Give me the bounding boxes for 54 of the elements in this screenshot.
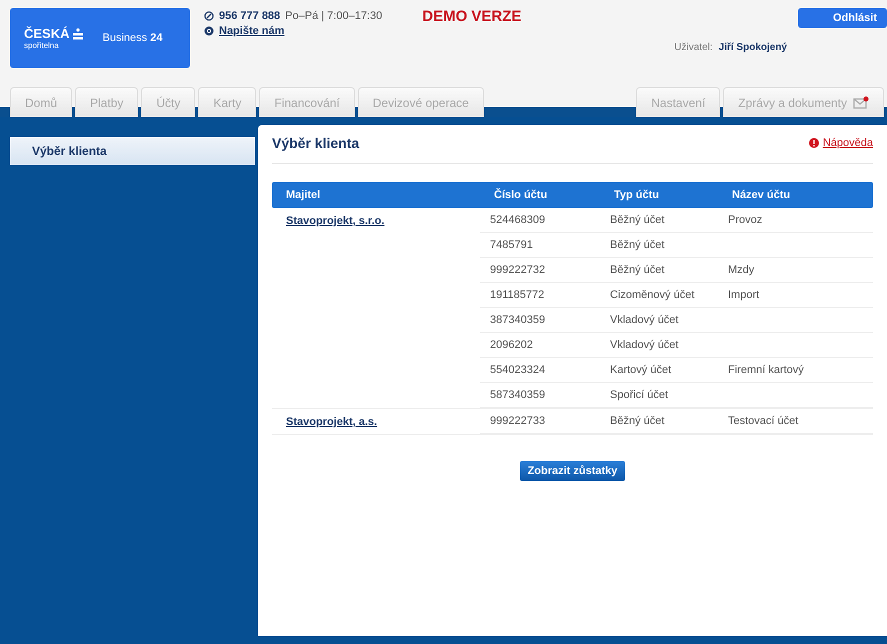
account-number: 2096202	[489, 339, 534, 351]
column-header: Typ účtu	[613, 189, 660, 201]
account-number: 7485791	[489, 239, 534, 251]
account-type: Běžný účet	[609, 264, 666, 276]
account-type: Vkladový účet	[609, 314, 680, 326]
account-number: 191185772	[489, 289, 546, 301]
nav-tab[interactable]: Financování	[259, 87, 355, 117]
nav-tab[interactable]: Zprávy a dokumenty	[723, 87, 884, 117]
account-name: Testovací účet	[727, 415, 800, 427]
show-balances-button[interactable]: Zobrazit zůstatky	[520, 461, 626, 481]
account-number: 999222733	[489, 415, 546, 427]
account-number: 524468309	[489, 214, 546, 226]
email-link[interactable]: Napište nám	[219, 25, 284, 37]
demo-label: DEMO VERZE	[422, 8, 522, 27]
column-header: Název účtu	[731, 189, 792, 201]
account-name: Provoz	[727, 214, 764, 226]
help-link[interactable]: Nápověda	[808, 137, 873, 149]
nav-tab[interactable]: Karty	[198, 87, 256, 117]
account-number: 587340359	[489, 389, 546, 401]
logo-mark-icon	[72, 28, 83, 40]
logo-subtext: spořitelna	[24, 41, 60, 50]
sidebar-item[interactable]: Výběr klienta	[10, 137, 255, 165]
account-name: Mzdy	[727, 264, 756, 276]
page-title: Výběr klienta	[272, 135, 360, 151]
account-type: Kartový účet	[609, 364, 672, 376]
logo-brand-text: ČESKÁ	[24, 26, 83, 41]
account-name: Firemní kartový	[727, 364, 805, 376]
nav-tab[interactable]: Účty	[141, 87, 196, 117]
nav-tab[interactable]: Domů	[10, 87, 72, 117]
account-number: 387340359	[489, 314, 546, 326]
logout-button[interactable]: Odhlásit	[798, 8, 887, 28]
account-type: Cizoměnový účet	[609, 289, 696, 301]
account-name: Import	[727, 289, 760, 301]
column-header: Číslo účtu	[493, 189, 548, 201]
office-hours: Po–Pá | 7:00–17:30	[285, 10, 382, 22]
account-number: 554023324	[489, 364, 546, 376]
phone-number: 956 777 888	[219, 10, 280, 22]
account-type: Spořicí účet	[609, 389, 670, 401]
account-type: Vkladový účet	[609, 339, 680, 351]
nav-tab[interactable]: Platby	[75, 87, 138, 117]
user-name: Jiří Spokojený	[718, 42, 787, 53]
account-type: Běžný účet	[609, 214, 666, 226]
account-type: Běžný účet	[609, 239, 666, 251]
user-label: Uživatel:	[674, 42, 713, 53]
nav-tab[interactable]: Devizové operace	[358, 87, 484, 117]
account-type: Běžný účet	[609, 415, 666, 427]
nav-tab[interactable]: Nastavení	[636, 87, 720, 117]
column-header: Majitel	[285, 189, 322, 201]
envelope-icon	[853, 96, 869, 109]
owner-link[interactable]: Stavoprojekt, a.s.	[272, 409, 378, 428]
owner-link[interactable]: Stavoprojekt, s.r.o.	[272, 208, 384, 227]
help-icon	[808, 138, 819, 148]
product-name: Business 24	[102, 32, 162, 44]
account-number: 999222732	[489, 264, 546, 276]
